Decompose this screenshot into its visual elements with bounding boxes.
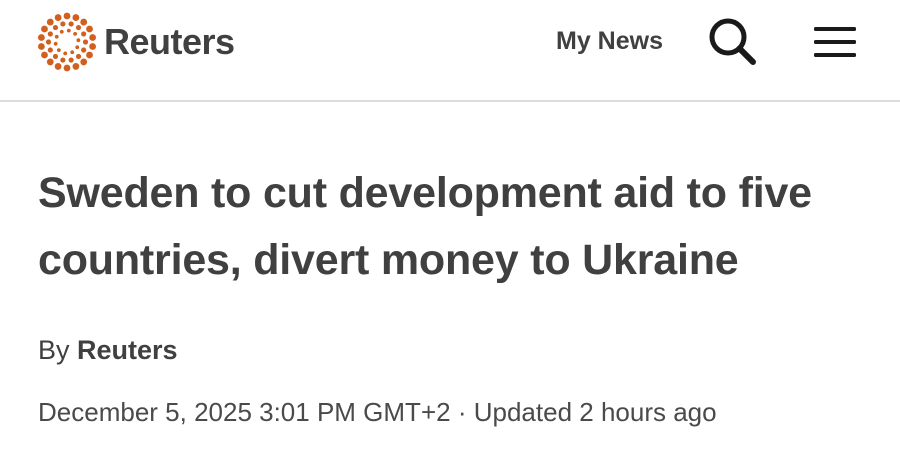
logo-dot — [52, 24, 59, 31]
logo-dot — [54, 63, 62, 70]
logo-dot — [63, 64, 71, 72]
logo-dot — [89, 43, 97, 50]
logo-dot — [72, 14, 80, 21]
logo-dot — [46, 18, 54, 26]
logo-dot — [47, 47, 53, 53]
logo-dot — [80, 58, 88, 66]
logo-text: Reuters — [104, 21, 235, 62]
hamburger-menu-icon[interactable] — [812, 22, 858, 62]
logo-dot — [45, 39, 52, 45]
logo-dot — [70, 50, 75, 55]
search-icon[interactable] — [706, 16, 758, 68]
logo-dot — [75, 53, 82, 60]
logo-dot — [75, 24, 82, 31]
reuters-logo-icon — [37, 12, 97, 72]
logo-dot — [76, 38, 81, 43]
logo-dot — [66, 28, 71, 33]
site-header: Reuters My News — [0, 0, 900, 102]
logo-dot — [52, 53, 59, 60]
logo-dot — [72, 63, 80, 70]
logo-dot — [41, 51, 48, 59]
logo-dot — [60, 57, 66, 63]
byline: By Reuters — [38, 334, 178, 366]
byline-author-link[interactable]: Reuters — [77, 335, 178, 365]
dateline-separator: · — [457, 397, 467, 427]
logo-dot — [86, 51, 93, 59]
logo-dot — [80, 18, 88, 26]
logo-dot — [60, 21, 66, 27]
logo-dot — [53, 41, 58, 46]
logo-dot — [54, 34, 59, 39]
logo-dot — [86, 25, 93, 33]
dateline: December 5, 2025 3:01 PM GMT+2 · Updated… — [38, 396, 717, 428]
logo-dot — [82, 39, 89, 45]
logo-dot — [75, 45, 80, 50]
logo-dot — [37, 43, 45, 50]
logo-dot — [56, 48, 61, 53]
logo-dot — [47, 31, 53, 37]
updated-time: Updated 2 hours ago — [473, 397, 717, 427]
logo-dot — [59, 29, 64, 34]
logo-dot — [81, 31, 87, 37]
logo-dot — [63, 51, 68, 56]
published-date: December 5, 2025 3:01 PM GMT+2 — [38, 397, 451, 427]
logo-dot — [54, 14, 62, 21]
logo-dot — [81, 47, 87, 53]
reuters-logo-link[interactable]: Reuters — [36, 12, 235, 72]
article-headline: Sweden to cut development aid to five co… — [38, 169, 812, 284]
logo-dot — [68, 21, 74, 27]
logo-dot — [41, 25, 48, 33]
my-news-link[interactable]: My News — [556, 26, 663, 56]
logo-dot — [68, 57, 74, 63]
logo-dot — [63, 12, 71, 20]
logo-dot — [73, 31, 78, 36]
logo-dot — [37, 34, 45, 41]
byline-prefix: By — [38, 335, 70, 365]
logo-dot — [89, 34, 97, 41]
logo-dot — [46, 58, 54, 66]
